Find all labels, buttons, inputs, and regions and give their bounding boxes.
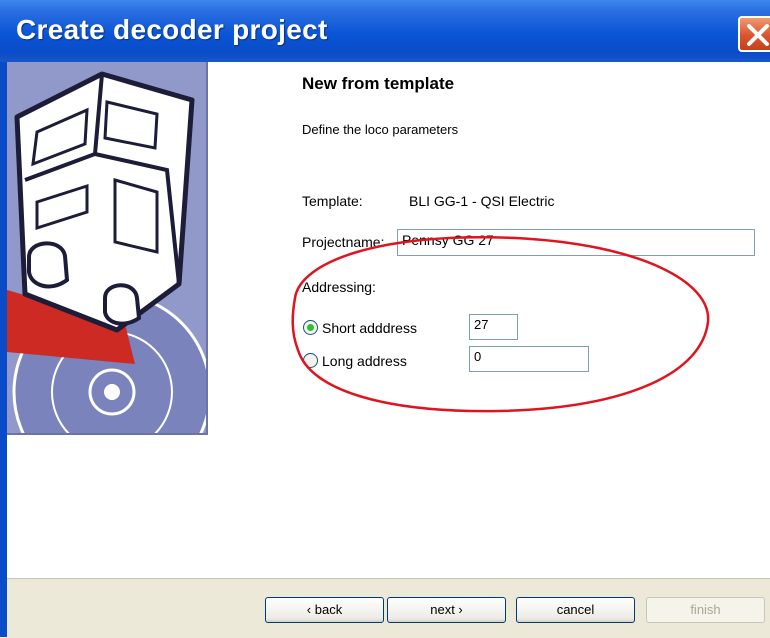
cancel-button[interactable]: cancel bbox=[516, 597, 635, 623]
short-address-input[interactable]: 27 bbox=[469, 314, 518, 340]
template-value: BLI GG-1 - QSI Electric bbox=[409, 193, 555, 209]
create-decoder-project-dialog: Create decoder project New from template… bbox=[0, 0, 770, 638]
close-x-icon bbox=[747, 24, 769, 46]
page-heading: New from template bbox=[302, 74, 455, 93]
addressing-label: Addressing: bbox=[302, 279, 376, 295]
next-button[interactable]: next › bbox=[387, 597, 506, 623]
back-button[interactable]: ‹ back bbox=[265, 597, 384, 623]
window-left-border bbox=[0, 62, 7, 637]
short-address-label[interactable]: Short adddress bbox=[322, 320, 417, 336]
long-address-input[interactable]: 0 bbox=[469, 346, 589, 372]
long-address-radio[interactable] bbox=[303, 353, 318, 368]
button-bar: ‹ back next › cancel finish bbox=[7, 578, 770, 638]
long-address-label[interactable]: Long address bbox=[322, 353, 407, 369]
radio-selected-dot bbox=[307, 324, 314, 331]
close-button[interactable] bbox=[738, 16, 770, 52]
locomotive-cd-illustration bbox=[7, 62, 206, 433]
title-bar[interactable]: Create decoder project bbox=[0, 0, 770, 62]
page-subheading: Define the loco parameters bbox=[302, 122, 459, 137]
window-title: Create decoder project bbox=[16, 14, 328, 45]
project-name-input[interactable]: Pennsy GG 27 bbox=[397, 229, 755, 256]
finish-button[interactable]: finish bbox=[646, 597, 765, 623]
short-address-radio[interactable] bbox=[303, 320, 318, 335]
project-name-label: Projectname: bbox=[302, 234, 385, 250]
wizard-banner-image bbox=[7, 62, 208, 435]
template-label: Template: bbox=[302, 193, 363, 209]
